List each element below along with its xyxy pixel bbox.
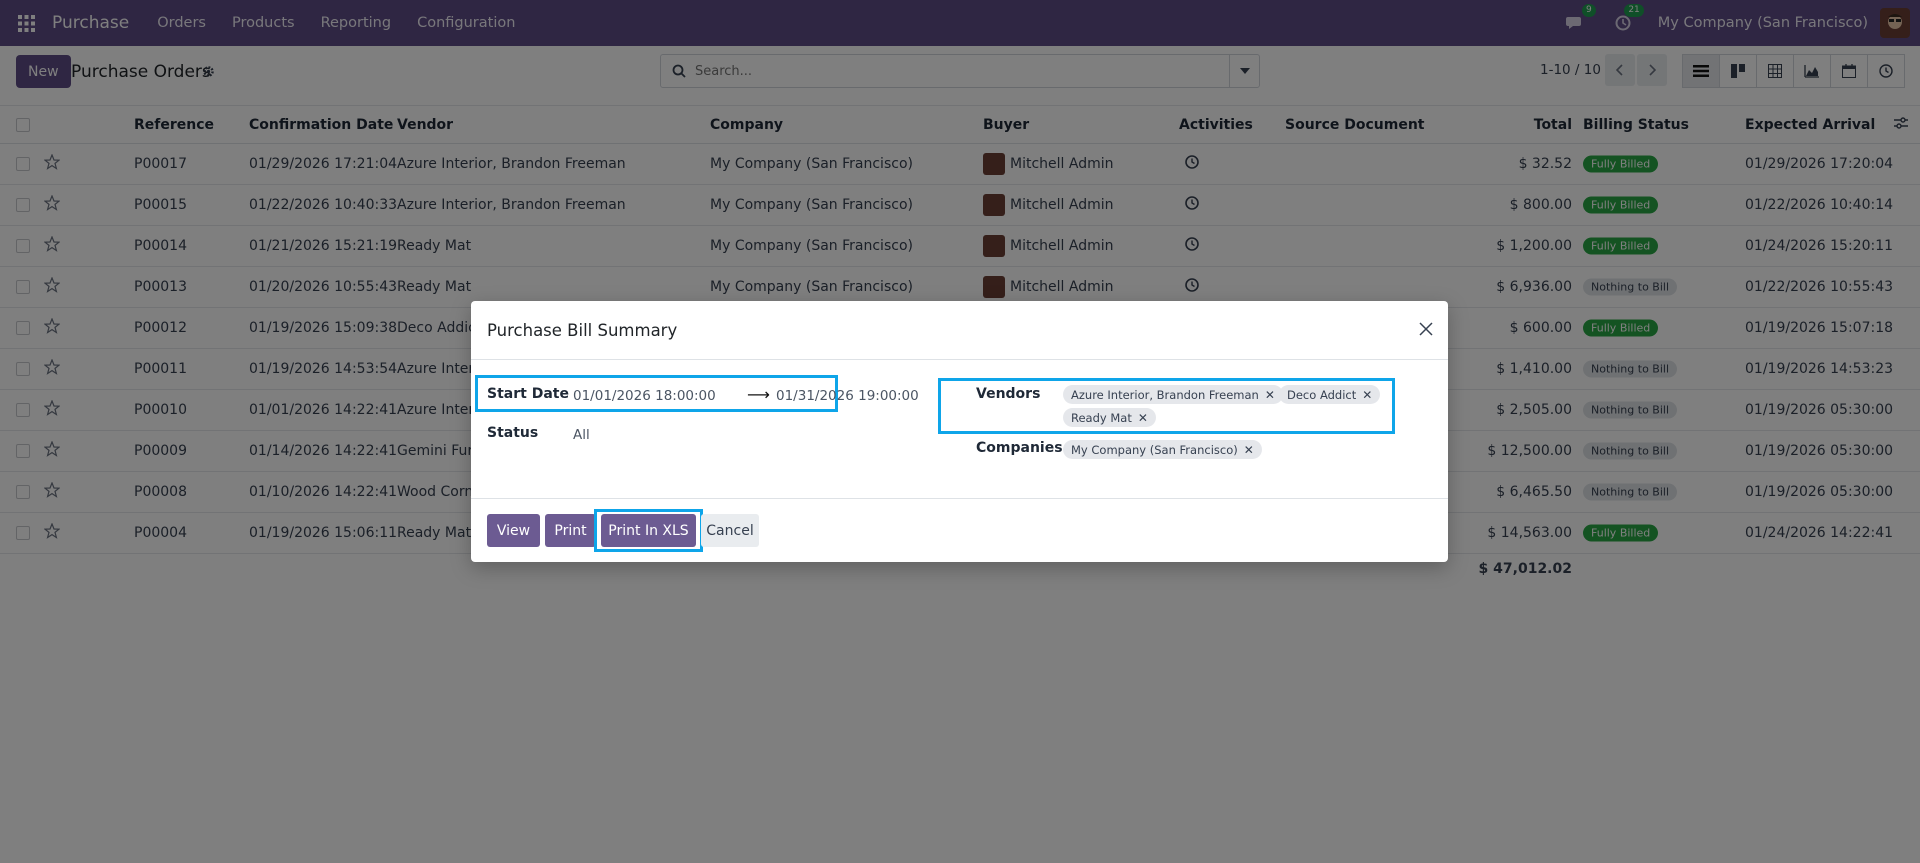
print-xls-button[interactable]: Print In XLS xyxy=(601,514,696,547)
vendor-tag-label: Ready Mat xyxy=(1071,410,1132,425)
remove-tag-icon[interactable]: ✕ xyxy=(1244,443,1254,457)
status-label: Status xyxy=(487,425,539,441)
dialog-header-divider xyxy=(471,359,1448,360)
vendor-tag-label: Azure Interior, Brandon Freeman xyxy=(1071,387,1259,402)
companies-label: Companies xyxy=(976,440,1063,456)
end-date-input[interactable]: 01/31/2026 19:00:00 xyxy=(776,388,919,404)
vendor-tag: Azure Interior, Brandon Freeman ✕ xyxy=(1063,385,1283,404)
company-tag: My Company (San Francisco) ✕ xyxy=(1063,440,1262,459)
print-button[interactable]: Print xyxy=(545,514,596,547)
vendor-tag: Ready Mat ✕ xyxy=(1063,408,1156,427)
remove-tag-icon[interactable]: ✕ xyxy=(1265,388,1275,402)
start-date-input[interactable]: 01/01/2026 18:00:00 xyxy=(573,388,716,404)
remove-tag-icon[interactable]: ✕ xyxy=(1362,388,1372,402)
company-tag-label: My Company (San Francisco) xyxy=(1071,442,1238,457)
cancel-button[interactable]: Cancel xyxy=(701,514,759,547)
purchase-bill-summary-dialog: Purchase Bill Summary Start Date 01/01/2… xyxy=(471,301,1448,562)
view-button[interactable]: View xyxy=(487,514,540,547)
status-select[interactable]: All xyxy=(573,427,590,443)
dialog-footer-divider xyxy=(471,498,1448,499)
date-range-arrow-icon: ⟶ xyxy=(747,385,770,404)
vendors-label: Vendors xyxy=(976,386,1041,402)
start-date-label: Start Date xyxy=(487,386,569,402)
vendor-tag: Deco Addict ✕ xyxy=(1279,385,1381,404)
dialog-title: Purchase Bill Summary xyxy=(487,321,678,340)
remove-tag-icon[interactable]: ✕ xyxy=(1138,411,1148,425)
vendor-tag-label: Deco Addict xyxy=(1287,387,1357,402)
close-icon[interactable] xyxy=(1418,321,1434,341)
